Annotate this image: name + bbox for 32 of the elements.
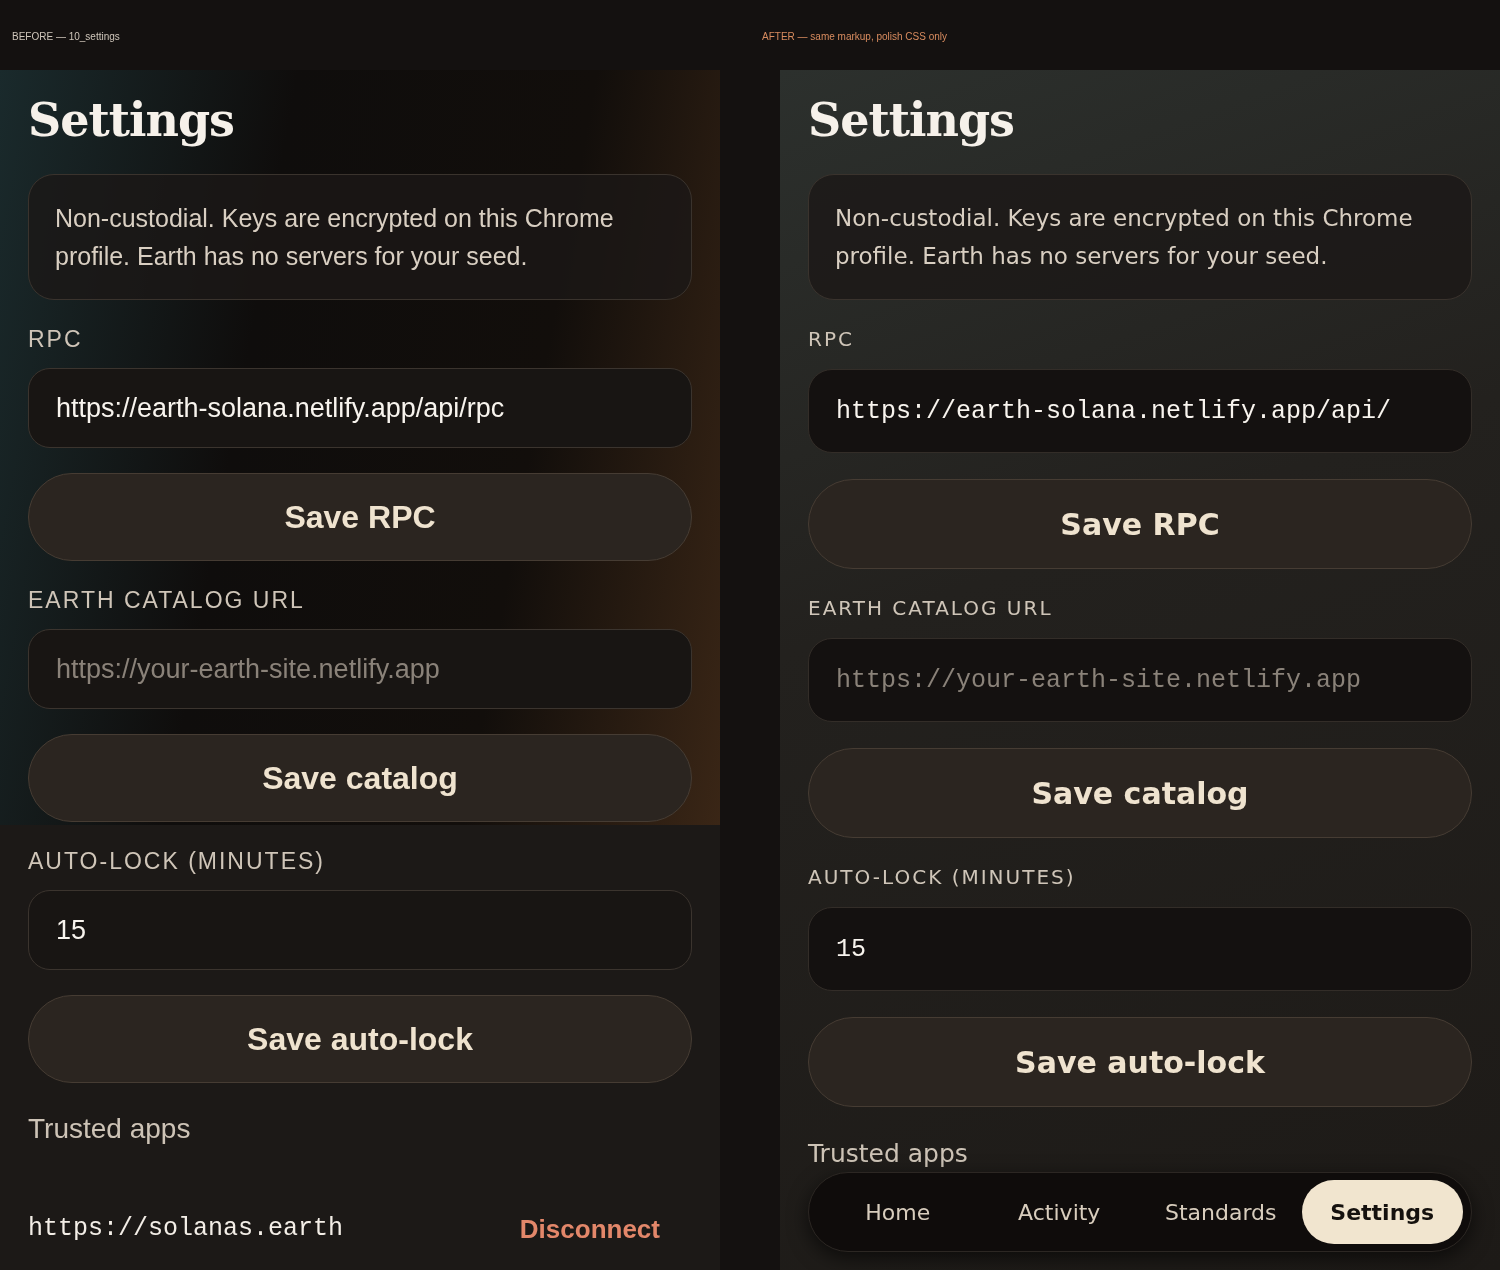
field-label: EARTH CATALOG URL xyxy=(28,588,306,612)
input-field[interactable]: https://earth-solana.netlify.app/api/rpc xyxy=(28,368,692,448)
nav-tab[interactable]: Standards xyxy=(1140,1180,1302,1244)
input-field[interactable]: 15 xyxy=(808,907,1472,991)
nav-tab[interactable]: Activity xyxy=(978,1180,1140,1244)
disconnect-link[interactable]: Disconnect xyxy=(519,1214,660,1244)
save-button[interactable]: Save auto-lock xyxy=(28,995,692,1083)
notice-card: Non-custodial. Keys are encrypted on this Chrome profile. Earth has no servers for your seed. xyxy=(808,174,1472,300)
input-field[interactable]: https://earth-solana.netlify.app/api/ xyxy=(808,369,1472,453)
app-url: https://solanas.earth xyxy=(28,1214,344,1244)
field-label: AUTO-LOCK (MINUTES) xyxy=(808,865,1077,889)
panel-caption: BEFORE — 10_settings xyxy=(12,31,120,42)
save-button[interactable]: Save RPC xyxy=(808,479,1472,569)
save-button[interactable]: Save catalog xyxy=(28,734,692,822)
field-label: EARTH CATALOG URL xyxy=(808,596,1054,620)
field-label: AUTO-LOCK (MINUTES) xyxy=(28,849,326,873)
field-label: RPC xyxy=(808,327,855,351)
nav-tab[interactable]: Home xyxy=(817,1180,979,1244)
section-heading: Trusted apps xyxy=(28,1112,192,1146)
input-field[interactable]: https://your-earth-site.netlify.app xyxy=(808,638,1472,722)
save-button[interactable]: Save catalog xyxy=(808,748,1472,838)
notice-card: Non-custodial. Keys are encrypted on this Chrome profile. Earth has no servers for your seed. xyxy=(28,174,692,300)
nav-tab[interactable]: Settings xyxy=(1301,1180,1463,1244)
save-button[interactable]: Save RPC xyxy=(28,473,692,561)
page-title: Settings xyxy=(28,94,235,146)
page-title: Settings xyxy=(808,94,1015,146)
panel-caption: AFTER — same markup, polish CSS only xyxy=(762,31,948,42)
section-heading: Trusted apps xyxy=(808,1138,969,1170)
save-button[interactable]: Save auto-lock xyxy=(808,1017,1472,1107)
input-field[interactable]: 15 xyxy=(28,890,692,970)
field-label: RPC xyxy=(28,327,84,351)
input-field[interactable]: https://your-earth-site.netlify.app xyxy=(28,629,692,709)
